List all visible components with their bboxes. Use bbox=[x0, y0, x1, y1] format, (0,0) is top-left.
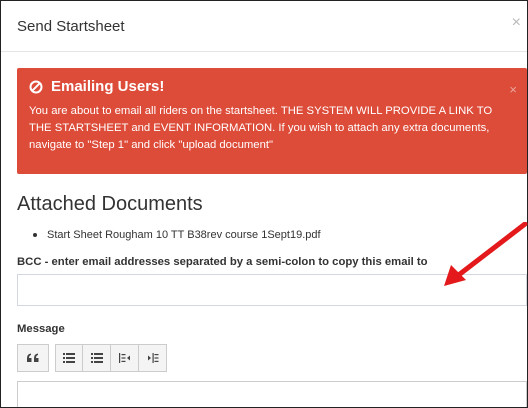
modal-close-button[interactable]: × bbox=[512, 15, 521, 31]
blockquote-button[interactable] bbox=[17, 344, 49, 372]
attachment-item[interactable]: Start Sheet Rougham 10 TT B38rev course … bbox=[19, 229, 321, 241]
ban-icon bbox=[29, 80, 43, 94]
ordered-list-icon bbox=[90, 353, 103, 363]
modal-header: Send Startsheet × bbox=[1, 1, 527, 52]
outdent-icon bbox=[118, 353, 130, 363]
indent-icon bbox=[147, 353, 158, 363]
attached-documents-heading: Attached Documents bbox=[17, 193, 203, 215]
alert-title: Emailing Users! bbox=[51, 78, 165, 95]
attachment-filename: Start Sheet Rougham 10 TT B38rev course … bbox=[47, 229, 321, 241]
message-editor[interactable] bbox=[17, 381, 527, 407]
blockquote-icon bbox=[27, 353, 39, 362]
red-arrow-annotation bbox=[444, 222, 528, 286]
bcc-label: BCC - enter email addresses separated by… bbox=[17, 256, 428, 268]
alert-box: Emailing Users! × You are about to email… bbox=[17, 68, 527, 174]
outdent-button[interactable] bbox=[111, 344, 139, 372]
indent-button[interactable] bbox=[139, 344, 167, 372]
toolbar-group-lists bbox=[55, 344, 167, 372]
editor-toolbar bbox=[17, 344, 173, 372]
alert-message: You are about to email all riders on the… bbox=[29, 105, 493, 151]
unordered-list-button[interactable] bbox=[55, 344, 83, 372]
bullet-icon bbox=[33, 233, 37, 237]
modal-title: Send Startsheet bbox=[17, 17, 125, 35]
send-startsheet-modal: Send Startsheet × Emailing Users! × You … bbox=[0, 0, 528, 408]
ordered-list-button[interactable] bbox=[83, 344, 111, 372]
attachment-list: Start Sheet Rougham 10 TT B38rev course … bbox=[19, 229, 321, 241]
toolbar-group-quote bbox=[17, 344, 49, 372]
alert-heading: Emailing Users! bbox=[29, 78, 515, 95]
unordered-list-icon bbox=[63, 353, 75, 363]
message-label: Message bbox=[17, 323, 65, 335]
alert-close-button[interactable]: × bbox=[509, 82, 517, 97]
